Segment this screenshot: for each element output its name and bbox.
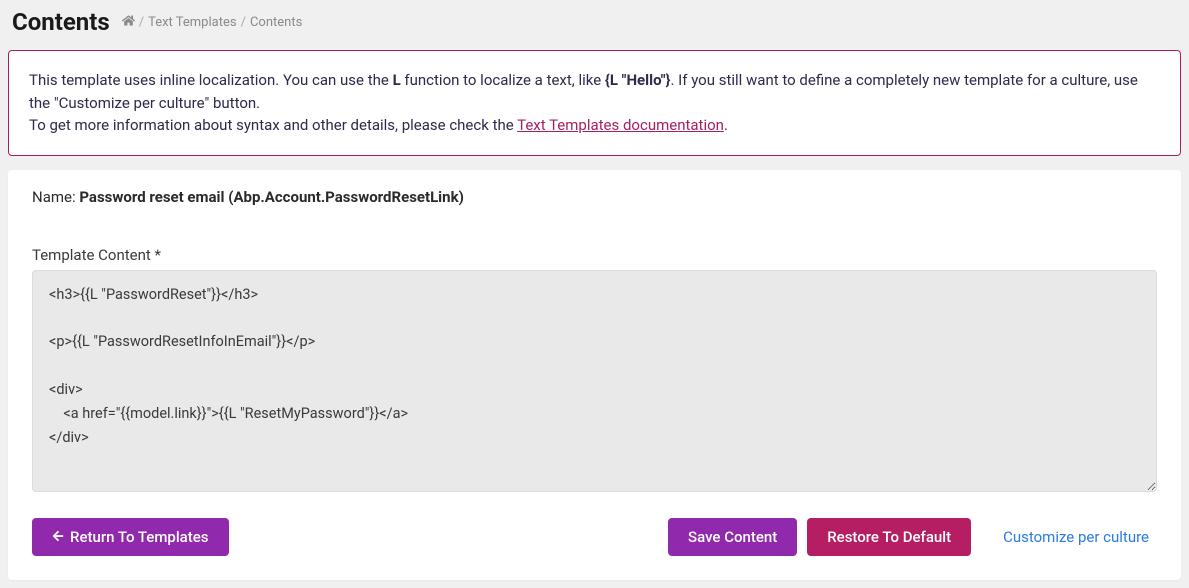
name-label: Name:	[32, 188, 79, 206]
name-value: Password reset email (Abp.Account.Passwo…	[79, 188, 464, 206]
breadcrumb-item[interactable]: Text Templates	[148, 15, 237, 30]
content-label: Template Content *	[32, 246, 1157, 264]
save-button[interactable]: Save Content	[668, 518, 797, 556]
alert-text: .	[724, 116, 728, 134]
arrow-left-icon	[52, 528, 64, 546]
alert-text: function to localize a text, like	[401, 71, 605, 89]
template-name-row: Name: Password reset email (Abp.Account.…	[32, 188, 1157, 206]
info-alert: This template uses inline localization. …	[8, 50, 1181, 156]
restore-button-label: Restore To Default	[827, 528, 951, 546]
return-button[interactable]: Return To Templates	[32, 518, 229, 556]
home-icon[interactable]	[122, 14, 135, 31]
return-button-label: Return To Templates	[70, 528, 209, 546]
breadcrumb-separator: /	[139, 15, 144, 30]
docs-link[interactable]: Text Templates documentation	[517, 116, 724, 134]
restore-button[interactable]: Restore To Default	[807, 518, 971, 556]
customize-link-label: Customize per culture	[1003, 528, 1149, 546]
alert-bold: {L "Hello"}	[605, 71, 671, 89]
breadcrumb: / Text Templates / Contents	[122, 14, 303, 31]
breadcrumb-separator: /	[241, 15, 246, 30]
page-header: Contents / Text Templates / Contents	[8, 8, 1181, 36]
customize-link[interactable]: Customize per culture	[995, 518, 1157, 556]
content-card: Name: Password reset email (Abp.Account.…	[8, 170, 1181, 580]
alert-bold: L	[393, 71, 401, 89]
alert-text: This template uses inline localization. …	[29, 71, 393, 89]
page-title: Contents	[12, 8, 110, 36]
action-bar: Return To Templates Save Content Restore…	[32, 518, 1157, 556]
save-button-label: Save Content	[688, 528, 777, 546]
alert-text: To get more information about syntax and…	[29, 116, 517, 134]
template-content-textarea[interactable]	[32, 270, 1157, 492]
breadcrumb-item: Contents	[250, 15, 302, 30]
